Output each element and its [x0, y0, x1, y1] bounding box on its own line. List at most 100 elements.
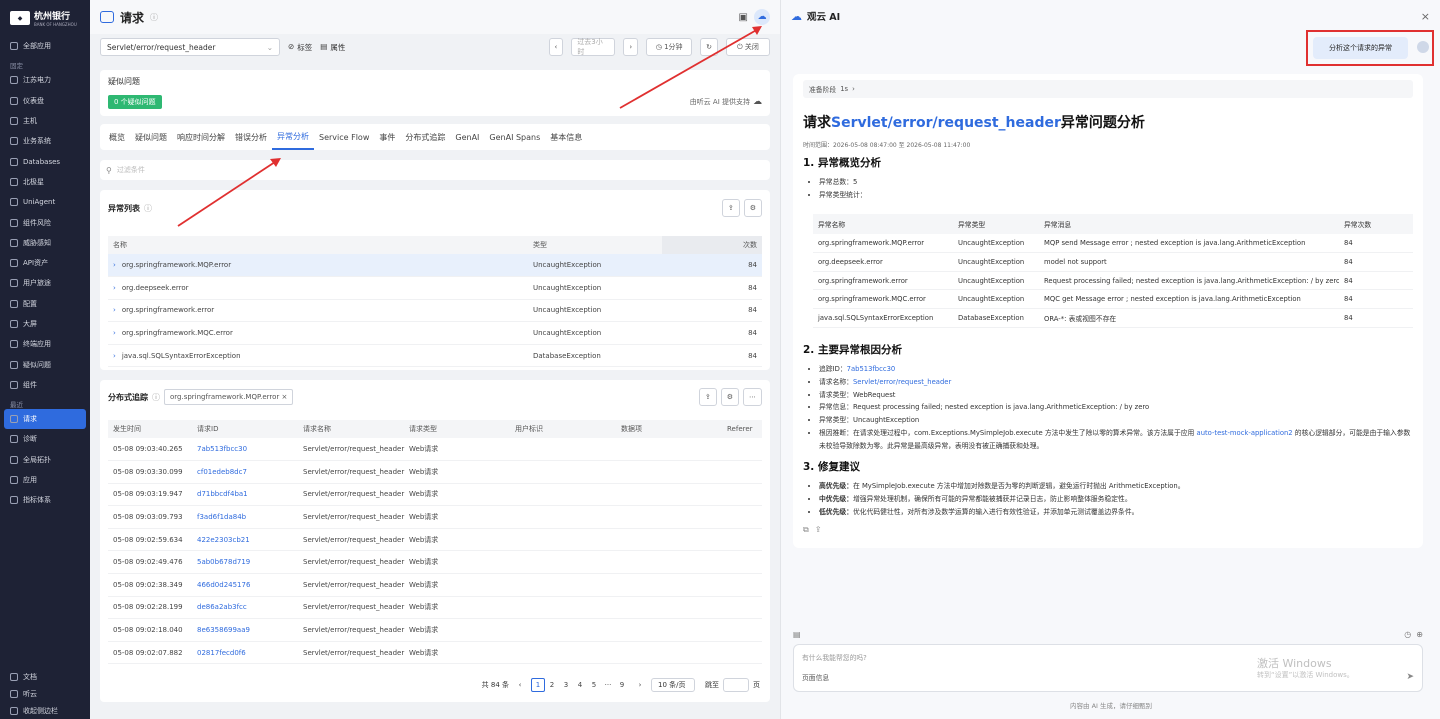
export-button[interactable]: ⇪ [698, 388, 717, 406]
tab[interactable]: 异常分析 [272, 124, 314, 150]
expand-icon[interactable]: › [113, 306, 116, 314]
time-range-select[interactable]: 过去3小时 [571, 38, 616, 56]
sidebar-item[interactable]: Databases [0, 151, 90, 171]
report-title-link[interactable]: Servlet/error/request_header [831, 115, 1061, 131]
sidebar-item[interactable]: 大屏 [0, 314, 90, 334]
tab[interactable]: GenAI [450, 124, 484, 150]
sidebar-item[interactable]: UniAgent [0, 192, 90, 212]
goto-input[interactable] [723, 678, 749, 692]
sidebar-item[interactable]: 江苏电力 [0, 70, 90, 90]
prev-page-button[interactable]: ‹ [513, 678, 527, 692]
close-icon[interactable]: × [1421, 10, 1430, 23]
tag-button[interactable]: ⊘ 标签 [288, 42, 312, 53]
trace-col[interactable]: 请求ID [192, 420, 298, 438]
table-row[interactable]: 05-08 09:03:19.947 d71bbcdf4ba1 Servlet/er… [108, 483, 762, 507]
sidebar-item[interactable]: 组件 [0, 375, 90, 395]
sidebar-item[interactable]: 诊断 [0, 429, 90, 449]
table-row[interactable]: › org.springframework.error UncaughtExcept… [108, 299, 762, 323]
trace-id-link[interactable]: f3ad6f1da84b [192, 505, 298, 529]
clipboard-icon[interactable]: ▤ [793, 630, 801, 639]
table-row[interactable]: › org.springframework.MQC.error UncaughtEx… [108, 321, 762, 345]
next-page-button[interactable]: › [633, 678, 647, 692]
copy-icon[interactable]: ⧉ [803, 525, 809, 535]
page-button[interactable]: ··· [601, 678, 615, 692]
table-row[interactable]: 05-08 09:02:28.199 de86a2ab3fcc Servlet/er… [108, 596, 762, 620]
new-chat-icon[interactable]: ⊕ [1416, 630, 1423, 639]
trace-filter-tag[interactable]: org.springframework.MQP.error × [164, 389, 294, 405]
table-row[interactable]: › java.sql.SQLSyntaxErrorException Databas… [108, 344, 762, 368]
trace-col[interactable]: 用户标识 [510, 420, 616, 438]
history-icon[interactable]: ◷ [1404, 630, 1411, 639]
sidebar-item[interactable]: API资产 [0, 253, 90, 273]
sidebar-item[interactable]: 业务系统 [0, 131, 90, 151]
col-type[interactable]: 类型 [528, 236, 662, 254]
trace-col[interactable]: Referer [722, 420, 762, 438]
table-row[interactable]: 05-08 09:02:07.882 02817fecd0f6 Servlet/er… [108, 641, 762, 665]
tab[interactable]: Service Flow [314, 124, 374, 150]
share-icon[interactable]: ⇪ [815, 525, 822, 535]
sidebar-item[interactable]: 指标体系 [0, 490, 90, 510]
sidebar-item[interactable]: 听云 [0, 685, 90, 702]
tab[interactable]: 事件 [374, 124, 400, 150]
trace-id-link[interactable]: 7ab513fbcc30 [192, 438, 298, 462]
layout-icon[interactable]: ▣ [739, 12, 748, 23]
table-row[interactable]: 05-08 09:03:40.265 7ab513fbcc30 Servlet/er… [108, 438, 762, 462]
tab[interactable]: 分布式追踪 [400, 124, 450, 150]
sidebar-item[interactable]: 终端应用 [0, 334, 90, 354]
expand-icon[interactable]: › [113, 329, 116, 337]
tab[interactable]: 响应时间分解 [172, 124, 230, 150]
sidebar-item[interactable]: 配置 [0, 294, 90, 314]
table-row[interactable]: 05-08 09:03:30.099 cf01edeb8dc7 Servlet/er… [108, 460, 762, 484]
table-row[interactable]: 05-08 09:02:38.349 466d0d245176 Servlet/er… [108, 573, 762, 597]
page-button[interactable]: 5 [587, 678, 601, 692]
tab[interactable]: 疑似问题 [130, 124, 172, 150]
app-link[interactable]: auto-test-mock-application2 [1197, 429, 1293, 437]
request-name-link[interactable]: Servlet/error/request_header [853, 378, 951, 386]
send-icon[interactable]: ➤ [1406, 672, 1414, 682]
refresh-button[interactable]: ↻ [700, 38, 718, 56]
table-row[interactable]: 05-08 09:02:59.634 422e2303cb21 Servlet/er… [108, 528, 762, 552]
sidebar-item[interactable]: 组件风险 [0, 212, 90, 232]
trace-col[interactable]: 请求类型 [404, 420, 510, 438]
page-size-select[interactable]: 10 条/页 [651, 678, 695, 692]
brand-logo[interactable]: ◆ 杭州银行 BANK OF HANGZHOU [0, 0, 90, 36]
more-icon[interactable]: ⋯ [743, 388, 762, 406]
trace-id-link[interactable]: 422e2303cb21 [192, 528, 298, 552]
trace-id-link[interactable]: 466d0d245176 [192, 573, 298, 597]
trace-id-link[interactable]: 8e6358699aa9 [192, 618, 298, 642]
table-row[interactable]: › org.deepseek.error UncaughtException 84 [108, 276, 762, 300]
sidebar-item[interactable]: 全局拓扑 [0, 450, 90, 470]
attribute-button[interactable]: ▤ 属性 [320, 42, 345, 53]
trace-col[interactable]: 发生时间 [108, 420, 192, 438]
tab[interactable]: 概览 [104, 124, 130, 150]
sidebar-item-all-apps[interactable]: 全部应用 [0, 36, 90, 56]
page-button[interactable]: 1 [531, 678, 545, 692]
sidebar-item[interactable]: 请求 [4, 409, 86, 430]
request-select[interactable]: Servlet/error/request_header ⌄ [100, 38, 280, 56]
sidebar-item[interactable]: 收起侧边栏 [0, 702, 90, 719]
sidebar-item[interactable]: 仪表盘 [0, 91, 90, 111]
tab[interactable]: GenAI Spans [484, 124, 545, 150]
trace-id-link[interactable]: de86a2ab3fcc [192, 596, 298, 620]
export-button[interactable]: ⇪ [721, 199, 740, 217]
trace-id-link[interactable]: 02817fecd0f6 [192, 641, 298, 665]
col-name[interactable]: 名称 [108, 236, 528, 254]
table-row[interactable]: 05-08 09:02:49.476 5ab0b678d719 Servlet/er… [108, 550, 762, 575]
tab[interactable]: 错误分析 [230, 124, 272, 150]
trace-id-link[interactable]: 7ab513fbcc30 [847, 365, 896, 373]
interval-select[interactable]: ◷ 1分钟 [646, 38, 693, 56]
close-icon[interactable]: × [282, 393, 288, 401]
table-row[interactable]: › org.springframework.MQP.error UncaughtEx… [108, 254, 762, 278]
tab[interactable]: 基本信息 [545, 124, 587, 150]
sidebar-item[interactable]: 北极星 [0, 172, 90, 192]
ai-assistant-icon[interactable]: ☁ [754, 9, 770, 25]
col-count[interactable]: 次数 [662, 236, 762, 254]
sidebar-item[interactable]: 应用 [0, 470, 90, 490]
page-button[interactable]: 9 [615, 678, 629, 692]
expand-icon[interactable]: › [113, 284, 116, 292]
settings-icon[interactable]: ⚙ [720, 388, 739, 406]
close-refresh-button[interactable]: ⏻ 关闭 [726, 38, 770, 56]
prev-time-button[interactable]: ‹ [548, 38, 564, 56]
page-button[interactable]: 3 [559, 678, 573, 692]
trace-col[interactable]: 数据项 [616, 420, 722, 438]
